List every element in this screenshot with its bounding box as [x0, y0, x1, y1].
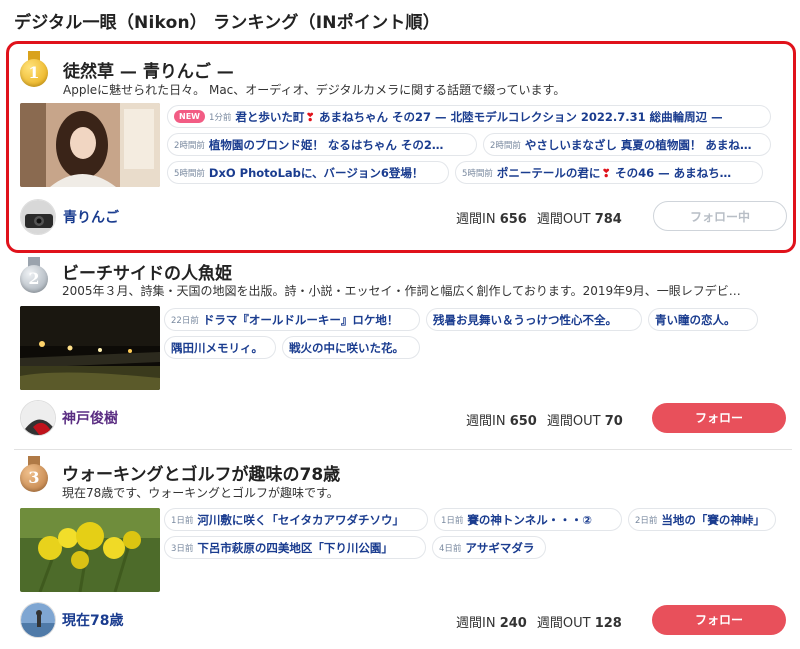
blog-thumbnail[interactable]	[20, 306, 160, 390]
ranking-card-2: 2 ビーチサイドの人魚姫 2005年３月、詩集・天国の地図を出版。詩・小説・エッ…	[6, 253, 796, 449]
bronze-medal-icon: 3	[20, 456, 48, 492]
blog-description: Appleに魅せられた日々。 Mac、オーディオ、デジタルカメラに関する話題で綴…	[63, 83, 566, 97]
blog-thumbnail[interactable]	[20, 103, 160, 187]
author-name-link[interactable]: 現在78歳	[62, 610, 123, 630]
blog-title-link[interactable]: ビーチサイドの人魚姫	[62, 259, 232, 284]
post-link[interactable]: NEW 1分前 君と歩いた町❣ あまねちゃん その27 — 北陸モデルコレクショ…	[167, 105, 771, 128]
author-avatar[interactable]	[20, 602, 56, 638]
post-link[interactable]: 2日前 当地の「賽の神峠」	[628, 508, 776, 531]
ranking-card-1: 1 徒然草 — 青りんご — Appleに魅せられた日々。 Mac、オーディオ、…	[6, 41, 796, 253]
blog-title-link[interactable]: 徒然草 — 青りんご —	[63, 57, 234, 82]
blog-thumbnail[interactable]	[20, 508, 160, 592]
heart-icon: ❣	[601, 165, 612, 180]
silver-medal-icon: 2	[20, 257, 48, 293]
blog-title-link[interactable]: ウォーキングとゴルフが趣味の78歳	[62, 460, 340, 485]
post-link[interactable]: 5時間前 DxO PhotoLabに、バージョン6登場！	[167, 161, 449, 184]
author-avatar[interactable]	[20, 199, 56, 235]
post-link[interactable]: 2時間前 植物園のブロンド姫！ なるはちゃん その2…	[167, 133, 477, 156]
blog-description: 現在78歳です、ウォーキングとゴルフが趣味です。	[62, 486, 339, 500]
post-link[interactable]: 5時間前 ポニーテールの君に❣ その46 — あまねち…	[455, 161, 763, 184]
page-title: デジタル一眼（Nikon） ランキング（INポイント順）	[14, 13, 440, 33]
post-link[interactable]: 戦火の中に咲いた花。	[282, 336, 420, 359]
post-link[interactable]: 1日前 河川敷に咲く「セイタカアワダチソウ」	[164, 508, 428, 531]
weekly-stats: 週間IN 240 週間OUT 128	[456, 616, 622, 631]
weekly-stats: 週間IN 650 週間OUT 70	[466, 414, 623, 429]
weekly-stats: 週間IN 656 週間OUT 784	[456, 212, 622, 227]
gold-medal-icon: 1	[20, 51, 48, 87]
author-name-link[interactable]: 神戸俊樹	[62, 408, 118, 428]
author-avatar[interactable]	[20, 400, 56, 436]
following-button[interactable]: フォロー中	[653, 201, 787, 231]
new-badge: NEW	[174, 110, 205, 123]
post-link[interactable]: 22日前 ドラマ『オールドルーキー』ロケ地！	[164, 308, 420, 331]
follow-button[interactable]: フォロー	[652, 605, 786, 635]
post-link[interactable]: 青い瞳の恋人。	[648, 308, 758, 331]
post-link[interactable]: 残暑お見舞い＆うっけつ性心不全。	[426, 308, 642, 331]
ranking-card-3: 3 ウォーキングとゴルフが趣味の78歳 現在78歳です、ウォーキングとゴルフが趣…	[6, 450, 796, 649]
blog-description: 2005年３月、詩集・天国の地図を出版。詩・小説・エッセイ・作詞と幅広く創作して…	[62, 284, 741, 298]
post-link[interactable]: 3日前 下呂市萩原の四美地区「下り川公園」	[164, 536, 426, 559]
post-link[interactable]: 4日前 アサギマダラ	[432, 536, 546, 559]
author-name-link[interactable]: 青りんご	[63, 207, 119, 227]
follow-button[interactable]: フォロー	[652, 403, 786, 433]
post-link[interactable]: 1日前 賽の神トンネル・・・②	[434, 508, 622, 531]
heart-icon: ❣	[305, 109, 316, 124]
post-link[interactable]: 2時間前 やさしいまなざし 真夏の植物園！ あまねち…	[483, 133, 771, 156]
post-link[interactable]: 隅田川メモリィ。	[164, 336, 276, 359]
